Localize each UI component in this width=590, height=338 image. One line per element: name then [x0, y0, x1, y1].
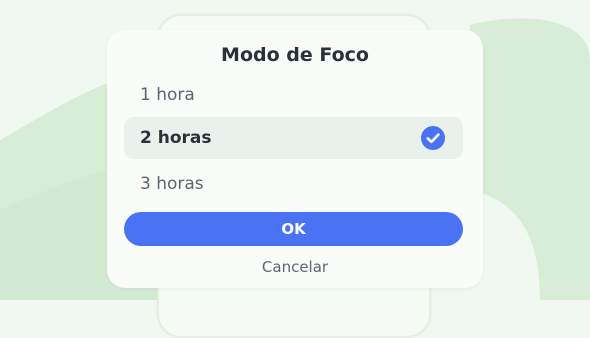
- option-label: 1 hora: [140, 85, 195, 105]
- focus-mode-dialog: Modo de Foco 1 hora 2 horas 3 horas OK C…: [107, 30, 483, 288]
- check-circle-icon: [421, 126, 445, 150]
- option-label: 2 horas: [140, 128, 212, 148]
- cancel-button[interactable]: Cancelar: [107, 258, 483, 276]
- dialog-title: Modo de Foco: [221, 44, 369, 66]
- option-3-horas[interactable]: 3 horas: [124, 163, 463, 205]
- option-2-horas[interactable]: 2 horas: [124, 117, 463, 159]
- ok-button[interactable]: OK: [124, 212, 463, 246]
- option-1-hora[interactable]: 1 hora: [124, 74, 463, 116]
- option-label: 3 horas: [140, 174, 204, 194]
- background-wave-right: [470, 18, 590, 300]
